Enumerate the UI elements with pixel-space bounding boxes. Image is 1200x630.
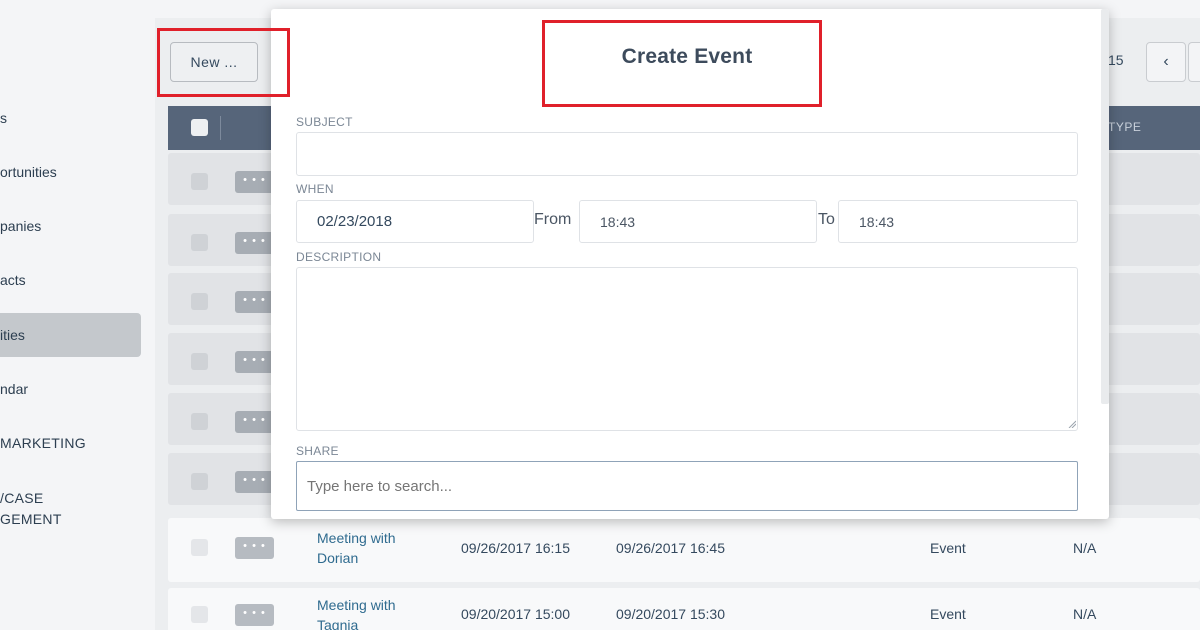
subject-line: Dorian bbox=[317, 550, 359, 566]
sidebar-item-1[interactable]: s bbox=[0, 98, 141, 138]
resize-handle-icon[interactable] bbox=[1068, 420, 1076, 428]
highlight-box-title bbox=[542, 20, 822, 107]
row-checkbox[interactable] bbox=[191, 173, 208, 190]
row-extra: N/A bbox=[1073, 606, 1097, 622]
subject-line: Tagnia bbox=[317, 617, 359, 630]
date-input[interactable]: 02/23/2018 bbox=[296, 200, 534, 243]
sidebar-item-contacts[interactable]: acts bbox=[0, 260, 141, 300]
sidebar-item-marketing[interactable]: MARKETING bbox=[0, 423, 141, 463]
row-actions-button[interactable]: • • • bbox=[235, 232, 274, 254]
row-checkbox[interactable] bbox=[191, 473, 208, 490]
page-number: 15 bbox=[1108, 52, 1124, 68]
sidebar-item-opportunities[interactable]: ortunities bbox=[0, 152, 141, 192]
row-checkbox[interactable] bbox=[191, 539, 208, 556]
description-label: DESCRIPTION bbox=[296, 250, 382, 264]
row-subject-link[interactable]: Meeting with Tagnia bbox=[317, 595, 437, 630]
from-time-input[interactable]: 18:43 bbox=[579, 200, 817, 243]
sidebar: s ortunities panies acts ities ndar MARK… bbox=[0, 18, 155, 630]
description-textarea[interactable] bbox=[296, 267, 1078, 431]
highlight-box-new-button bbox=[157, 28, 290, 97]
sidebar-item-label: ndar bbox=[0, 381, 29, 397]
sidebar-item-label: ities bbox=[0, 327, 25, 343]
sidebar-item-label: GEMENT bbox=[0, 511, 62, 527]
sidebar-item-label: ortunities bbox=[0, 164, 57, 180]
column-header-type[interactable]: TYPE bbox=[1108, 120, 1141, 134]
row-type: Event bbox=[930, 540, 966, 556]
row-start-time: 09/26/2017 16:15 bbox=[461, 540, 570, 556]
row-checkbox[interactable] bbox=[191, 413, 208, 430]
sidebar-item-activities[interactable]: ities bbox=[0, 313, 141, 357]
row-checkbox[interactable] bbox=[191, 353, 208, 370]
row-actions-button[interactable]: • • • bbox=[235, 537, 274, 559]
when-label: WHEN bbox=[296, 182, 334, 196]
sidebar-item-companies[interactable]: panies bbox=[0, 206, 141, 246]
row-start-time: 09/20/2017 15:00 bbox=[461, 606, 570, 622]
chevron-left-icon: ‹ bbox=[1163, 53, 1169, 70]
row-checkbox[interactable] bbox=[191, 234, 208, 251]
share-label: SHARE bbox=[296, 444, 339, 458]
row-actions-button[interactable]: • • • bbox=[235, 604, 274, 626]
prev-page-button[interactable]: ‹ bbox=[1146, 42, 1186, 82]
from-label: From bbox=[534, 211, 572, 228]
to-time-input[interactable]: 18:43 bbox=[838, 200, 1078, 243]
table-row[interactable]: • • • Meeting with Tagnia 09/20/2017 15:… bbox=[168, 588, 1200, 630]
row-actions-button[interactable]: • • • bbox=[235, 291, 274, 313]
sidebar-item-calendar[interactable]: ndar bbox=[0, 369, 141, 409]
sidebar-item-label: s bbox=[0, 110, 7, 126]
row-type: Event bbox=[930, 606, 966, 622]
row-extra: N/A bbox=[1073, 540, 1097, 556]
row-actions-button[interactable]: • • • bbox=[235, 351, 274, 373]
row-end-time: 09/26/2017 16:45 bbox=[616, 540, 725, 556]
sidebar-item-case-management[interactable]: /CASE GEMENT bbox=[0, 486, 141, 534]
subject-line: Meeting with bbox=[317, 530, 396, 546]
row-actions-button[interactable]: • • • bbox=[235, 171, 274, 193]
subject-line: Meeting with bbox=[317, 597, 396, 613]
row-end-time: 09/20/2017 15:30 bbox=[616, 606, 725, 622]
row-actions-button[interactable]: • • • bbox=[235, 411, 274, 433]
select-all-checkbox[interactable] bbox=[191, 119, 208, 136]
row-actions-button[interactable]: • • • bbox=[235, 471, 274, 493]
next-page-button[interactable] bbox=[1188, 42, 1200, 82]
header-divider bbox=[220, 116, 221, 140]
row-checkbox[interactable] bbox=[191, 606, 208, 623]
table-row[interactable]: • • • Meeting with Dorian 09/26/2017 16:… bbox=[168, 518, 1200, 582]
to-label: To bbox=[818, 211, 835, 228]
sidebar-item-label: MARKETING bbox=[0, 435, 86, 451]
sidebar-item-label: acts bbox=[0, 272, 26, 288]
row-checkbox[interactable] bbox=[191, 293, 208, 310]
subject-input[interactable] bbox=[296, 132, 1078, 176]
subject-label: SUBJECT bbox=[296, 115, 353, 129]
row-subject-link[interactable]: Meeting with Dorian bbox=[317, 528, 437, 568]
share-search-input[interactable] bbox=[296, 461, 1078, 511]
sidebar-item-label: /CASE bbox=[0, 490, 44, 506]
sidebar-item-label: panies bbox=[0, 218, 42, 234]
